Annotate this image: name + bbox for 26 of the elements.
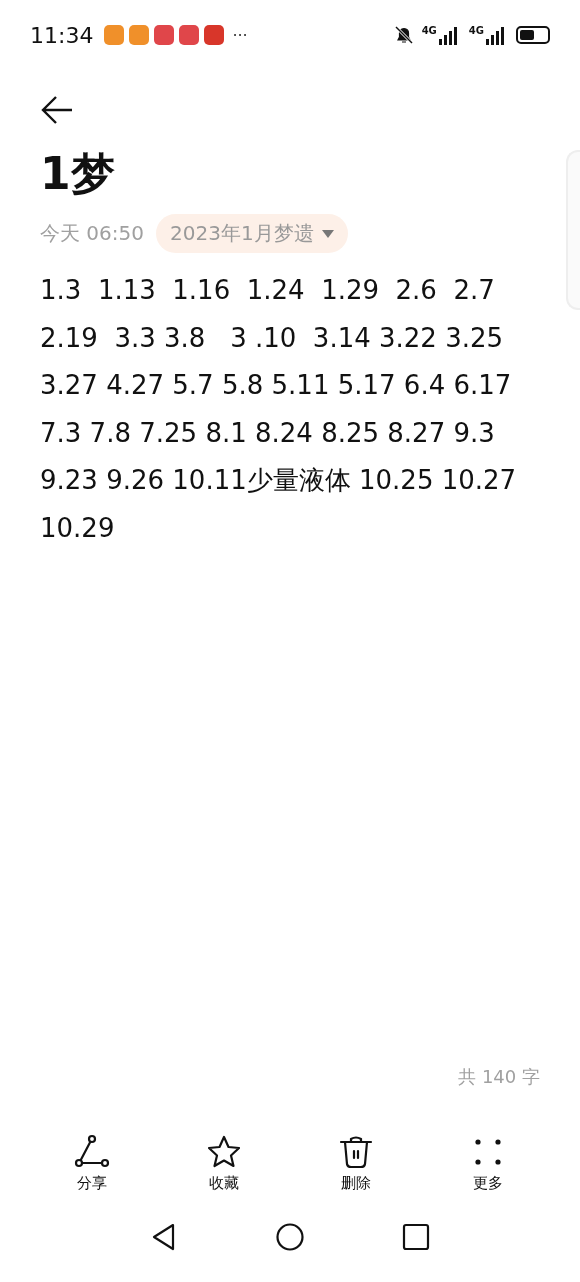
caret-icon xyxy=(321,229,334,238)
note-time: 今天 06:50 xyxy=(40,220,144,247)
note-text: 1.3 1.13 1.16 1.24 1.29 2.6 2.7 xyxy=(40,274,495,307)
note-title: 1梦 xyxy=(40,147,116,201)
status-time: 11:34 xyxy=(30,22,94,48)
word-count: 共 140 字 xyxy=(458,1065,540,1089)
toolbar-button[interactable]: 分享 xyxy=(52,1133,132,1194)
note-text: 9.23 9.26 10.11少量液体 10.25 10.27 xyxy=(40,464,517,497)
back-icon[interactable] xyxy=(40,94,74,126)
toolbar-button[interactable]: 删除 xyxy=(316,1133,396,1194)
recents-icon[interactable] xyxy=(401,1222,431,1252)
network-label: 4G xyxy=(421,25,437,36)
mute-bell-icon xyxy=(393,25,414,45)
toolbar-button[interactable]: 更多 xyxy=(448,1133,528,1194)
note-text: 3.27 4.27 5.7 5.8 5.11 5.17 6.4 6.17 xyxy=(40,369,512,402)
network-label: 4G xyxy=(468,25,484,36)
share-icon xyxy=(74,1134,110,1170)
note-text: 2.19 3.3 3.8 3 .10 3.14 3.22 3.25 xyxy=(40,321,504,355)
more-notifications: ··· xyxy=(232,25,248,45)
trash-icon xyxy=(338,1134,374,1170)
note-text: 7.3 7.8 7.25 8.1 8.24 8.25 8.27 9.3 xyxy=(40,416,495,450)
home-icon[interactable] xyxy=(275,1222,305,1252)
toolbar-button[interactable]: 收藏 xyxy=(184,1133,264,1194)
note-text: 10.29 xyxy=(40,511,115,545)
star-icon xyxy=(206,1134,242,1170)
battery-icon xyxy=(516,26,550,44)
